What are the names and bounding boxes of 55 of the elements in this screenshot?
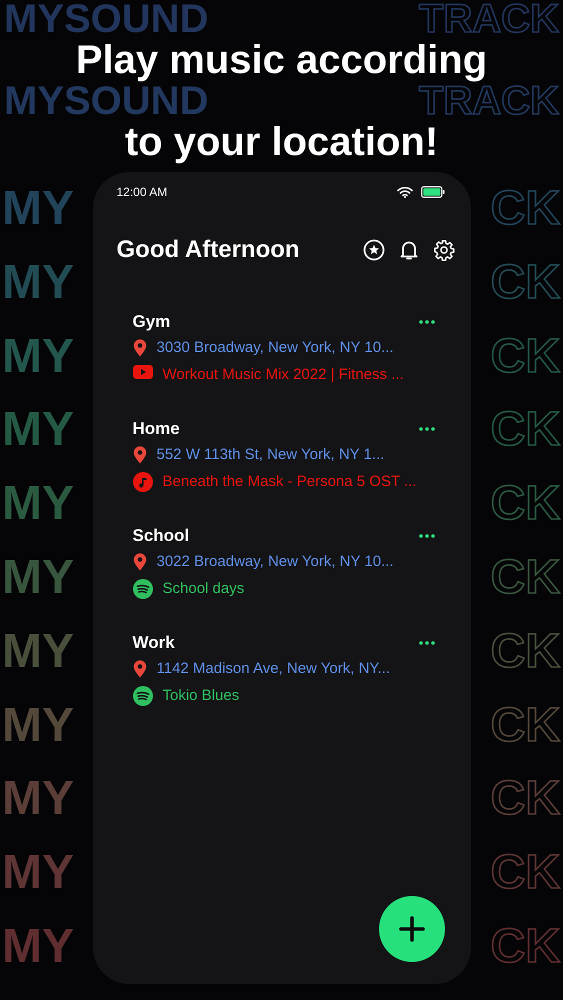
more-options-icon[interactable] <box>418 320 434 324</box>
more-options-icon[interactable] <box>418 427 434 431</box>
background-lettering: MY <box>2 184 74 234</box>
background-lettering: MYSOUND <box>4 0 208 38</box>
settings-icon[interactable] <box>432 239 454 261</box>
background-lettering: CK <box>490 258 560 308</box>
location-name: Home <box>132 419 180 439</box>
more-options-icon[interactable] <box>418 641 434 645</box>
background-lettering: TRACK <box>419 82 559 120</box>
background-lettering: MY <box>2 479 74 530</box>
background-lettering: CK <box>490 552 560 603</box>
background-lettering: MY <box>2 848 74 898</box>
location-pin-icon <box>132 660 146 678</box>
background-lettering: CK <box>490 479 560 530</box>
location-address: 1142 Madison Ave, New York, NY... <box>156 659 390 679</box>
notification-bell-icon[interactable] <box>398 239 418 261</box>
location-pin-icon <box>132 446 146 464</box>
location-pin-icon <box>132 339 146 357</box>
location-address: 3030 Broadway, New York, NY 10... <box>156 338 394 358</box>
background-lettering: CK <box>490 774 560 824</box>
background-lettering: MY <box>2 552 74 603</box>
more-options-icon[interactable] <box>418 534 434 538</box>
location-name: Work <box>132 633 175 653</box>
location-name: Gym <box>132 312 170 332</box>
background-lettering: MY <box>2 258 74 308</box>
background-lettering: CK <box>490 700 560 751</box>
location-pin-icon <box>132 553 146 571</box>
track-title: Workout Music Mix 2022 | Fitness ... <box>162 365 404 385</box>
background-lettering: MY <box>2 922 74 972</box>
background-lettering: MY <box>2 332 74 382</box>
headline: to your location! <box>124 120 438 164</box>
track-title: Beneath the Mask - Persona 5 OST ... <box>162 472 417 492</box>
greeting-title: Good Afternoon <box>116 236 300 264</box>
background-lettering: CK <box>490 405 560 456</box>
location-name: School <box>132 526 190 546</box>
background-lettering: MYSOUND <box>4 82 208 120</box>
background-lettering: CK <box>490 332 560 382</box>
headline: Play music according <box>76 38 488 82</box>
background-lettering: CK <box>490 626 560 677</box>
wifi-icon <box>396 186 412 198</box>
location-address: 552 W 113th St, New York, NY 1... <box>156 445 384 465</box>
track-title: School days <box>162 579 244 599</box>
track-title: Tokio Blues <box>162 686 240 706</box>
battery-icon <box>420 186 444 198</box>
status-time: 12:00 AM <box>116 185 168 199</box>
background-lettering: MY <box>2 700 74 751</box>
location-address: 3022 Broadway, New York, NY 10... <box>156 552 394 572</box>
background-lettering: MY <box>2 774 74 824</box>
plus-icon <box>398 915 426 943</box>
background-lettering: CK <box>490 848 560 898</box>
background-lettering: CK <box>490 922 560 972</box>
background-lettering: MY <box>2 405 74 456</box>
background-lettering: TRACK <box>419 0 559 38</box>
background-lettering: MY <box>2 626 74 677</box>
background-lettering: CK <box>490 184 560 234</box>
